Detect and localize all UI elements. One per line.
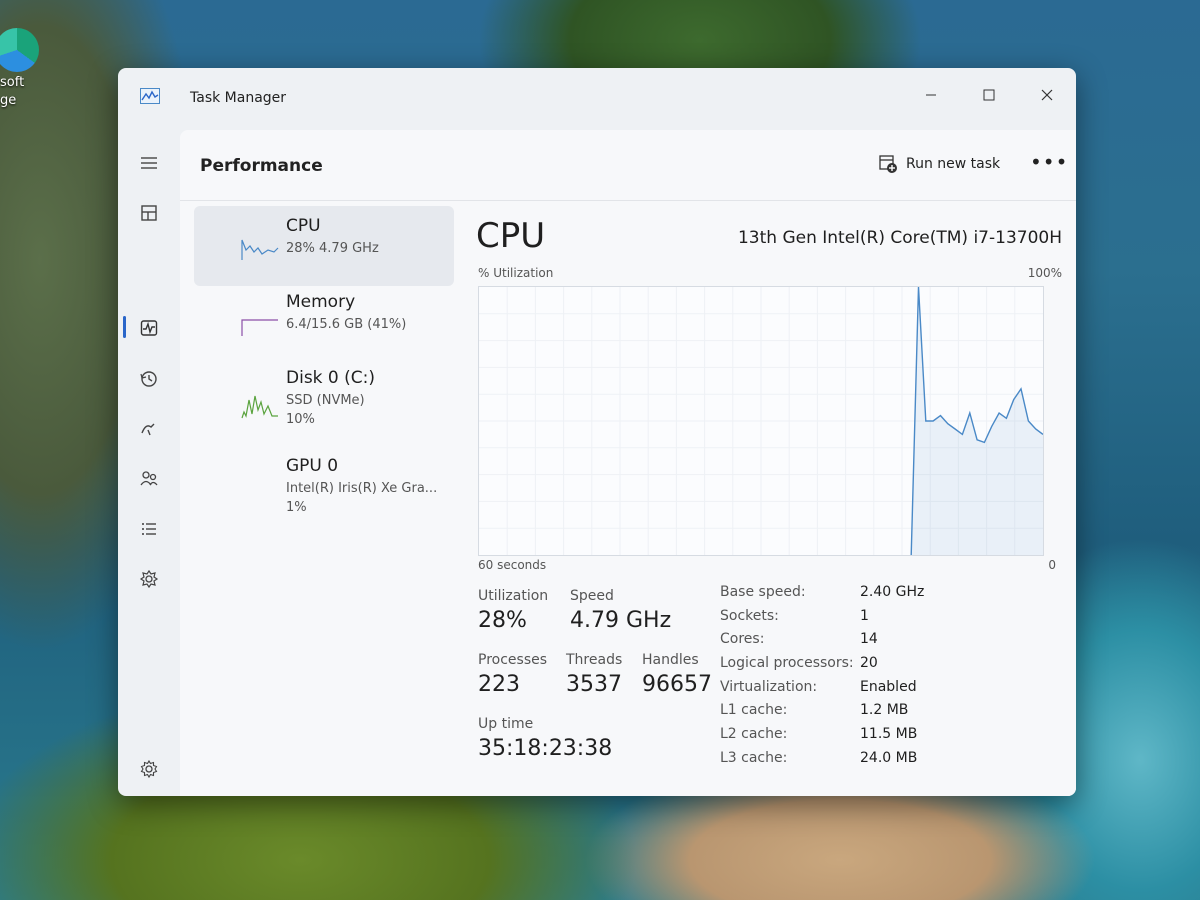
nav-app-history[interactable]: [132, 362, 166, 396]
cpu-model: 13th Gen Intel(R) Core(TM) i7-13700H: [737, 228, 1062, 248]
hamburger-icon: [141, 157, 157, 169]
more-options-button[interactable]: •••: [1030, 150, 1068, 174]
cpu-utilization-graph: [478, 286, 1044, 556]
startup-icon: [141, 423, 155, 436]
device-item-disk[interactable]: Disk 0 (C:) SSD (NVMe) 10%: [194, 358, 454, 446]
spec-label: L3 cache:: [720, 750, 788, 766]
nav-hamburger-menu[interactable]: [132, 146, 166, 180]
utilization-label: Utilization: [478, 588, 549, 604]
device-name: Memory: [286, 292, 356, 312]
device-list: CPU 28% 4.79 GHz Memory 6.4/15.6 GB (41%…: [194, 206, 454, 534]
graph-max-label: 100%: [1027, 266, 1062, 280]
cpu-graph-svg: [479, 286, 1044, 556]
device-name: Disk 0 (C:): [286, 368, 376, 388]
nav-services[interactable]: [132, 562, 166, 596]
handles-value: 96657: [642, 672, 712, 697]
graph-label: % Utilization: [478, 266, 554, 280]
device-name: GPU 0: [286, 456, 339, 476]
spec-label: L1 cache:: [720, 702, 788, 718]
nav-performance[interactable]: [132, 311, 166, 345]
run-new-task-button[interactable]: Run new task: [878, 154, 1000, 174]
disk-thumbnail-graph: [241, 395, 278, 419]
nav-settings[interactable]: [132, 752, 166, 786]
spec-value: 24.0 MB: [860, 750, 918, 766]
processes-value: 223: [478, 672, 520, 697]
detail-title: CPU: [476, 216, 546, 256]
services-icon: [139, 569, 159, 589]
history-icon: [140, 371, 157, 387]
device-item-cpu[interactable]: CPU 28% 4.79 GHz: [194, 206, 454, 286]
nav-processes[interactable]: [132, 196, 166, 230]
task-manager-window: Task Manager Performance Run new task ••…: [118, 68, 1076, 796]
spec-value: 14: [860, 631, 878, 647]
uptime-value: 35:18:23:38: [478, 736, 613, 761]
threads-value: 3537: [566, 672, 622, 697]
device-item-gpu[interactable]: GPU 0 Intel(R) Iris(R) Xe Gra... 1%: [194, 446, 454, 534]
nav-startup-apps[interactable]: [132, 412, 166, 446]
device-subtitle: 28% 4.79 GHz: [286, 241, 379, 256]
edge-icon: [0, 28, 39, 72]
speed-label: Speed: [570, 588, 614, 604]
spec-label: L2 cache:: [720, 726, 788, 742]
task-manager-app-icon: [140, 88, 160, 104]
utilization-value: 28%: [478, 608, 527, 633]
maximize-button[interactable]: [964, 76, 1014, 114]
speed-value: 4.79 GHz: [570, 608, 672, 633]
spec-label: Virtualization:: [720, 679, 818, 695]
nav-selection-indicator: [123, 316, 126, 338]
spec-value: 20: [860, 655, 878, 671]
memory-thumbnail-graph: [241, 319, 278, 336]
device-item-memory[interactable]: Memory 6.4/15.6 GB (41%): [194, 282, 454, 362]
nav-users[interactable]: [132, 462, 166, 496]
panel-header: Performance Run new task •••: [180, 130, 1076, 201]
spec-value: 1: [860, 608, 869, 624]
window-title: Task Manager: [190, 90, 287, 106]
processes-icon: [141, 205, 157, 221]
handles-label: Handles: [642, 652, 699, 668]
page-title: Performance: [200, 156, 323, 176]
processes-label: Processes: [478, 652, 548, 668]
details-list-icon: [142, 523, 156, 535]
spec-label: Cores:: [720, 631, 765, 647]
users-icon: [140, 471, 158, 486]
graph-min-label: 0: [1048, 558, 1056, 572]
close-icon: [1041, 89, 1053, 101]
settings-gear-icon: [140, 759, 158, 779]
cpu-detail: CPU 13th Gen Intel(R) Core(TM) i7-13700H…: [462, 206, 1062, 786]
spec-value: 2.40 GHz: [860, 584, 925, 600]
titlebar: Task Manager: [118, 68, 1076, 130]
threads-label: Threads: [566, 652, 623, 668]
minimize-button[interactable]: [906, 76, 956, 114]
spec-label: Logical processors:: [720, 655, 854, 671]
device-usage: 1%: [286, 500, 307, 515]
spec-value: 1.2 MB: [860, 702, 909, 718]
performance-icon: [140, 320, 158, 336]
spec-value: Enabled: [860, 679, 917, 695]
desktop-edge-shortcut[interactable]: soft ge: [0, 28, 52, 110]
spec-value: 11.5 MB: [860, 726, 918, 742]
desktop-icon-label: soft ge: [0, 75, 25, 108]
device-name: CPU: [286, 216, 321, 236]
cpu-thumbnail-graph: [241, 239, 279, 260]
device-usage: 10%: [286, 412, 315, 427]
spec-label: Base speed:: [720, 584, 806, 600]
navigation-rail: [118, 130, 180, 796]
run-task-icon: [879, 155, 897, 173]
uptime-label: Up time: [478, 716, 534, 732]
device-subtitle: 6.4/15.6 GB (41%): [286, 317, 407, 332]
run-new-task-label: Run new task: [906, 156, 1001, 172]
close-button[interactable]: [1022, 76, 1072, 114]
minimize-icon: [926, 94, 936, 96]
device-subtitle: Intel(R) Iris(R) Xe Gra...: [286, 481, 438, 496]
spec-label: Sockets:: [720, 608, 779, 624]
device-subtitle: SSD (NVMe): [286, 393, 365, 408]
performance-panel: Performance Run new task ••• CPU 28% 4.7…: [180, 130, 1076, 796]
nav-details[interactable]: [132, 512, 166, 546]
maximize-icon: [983, 89, 995, 101]
graph-span-label: 60 seconds: [478, 558, 547, 572]
